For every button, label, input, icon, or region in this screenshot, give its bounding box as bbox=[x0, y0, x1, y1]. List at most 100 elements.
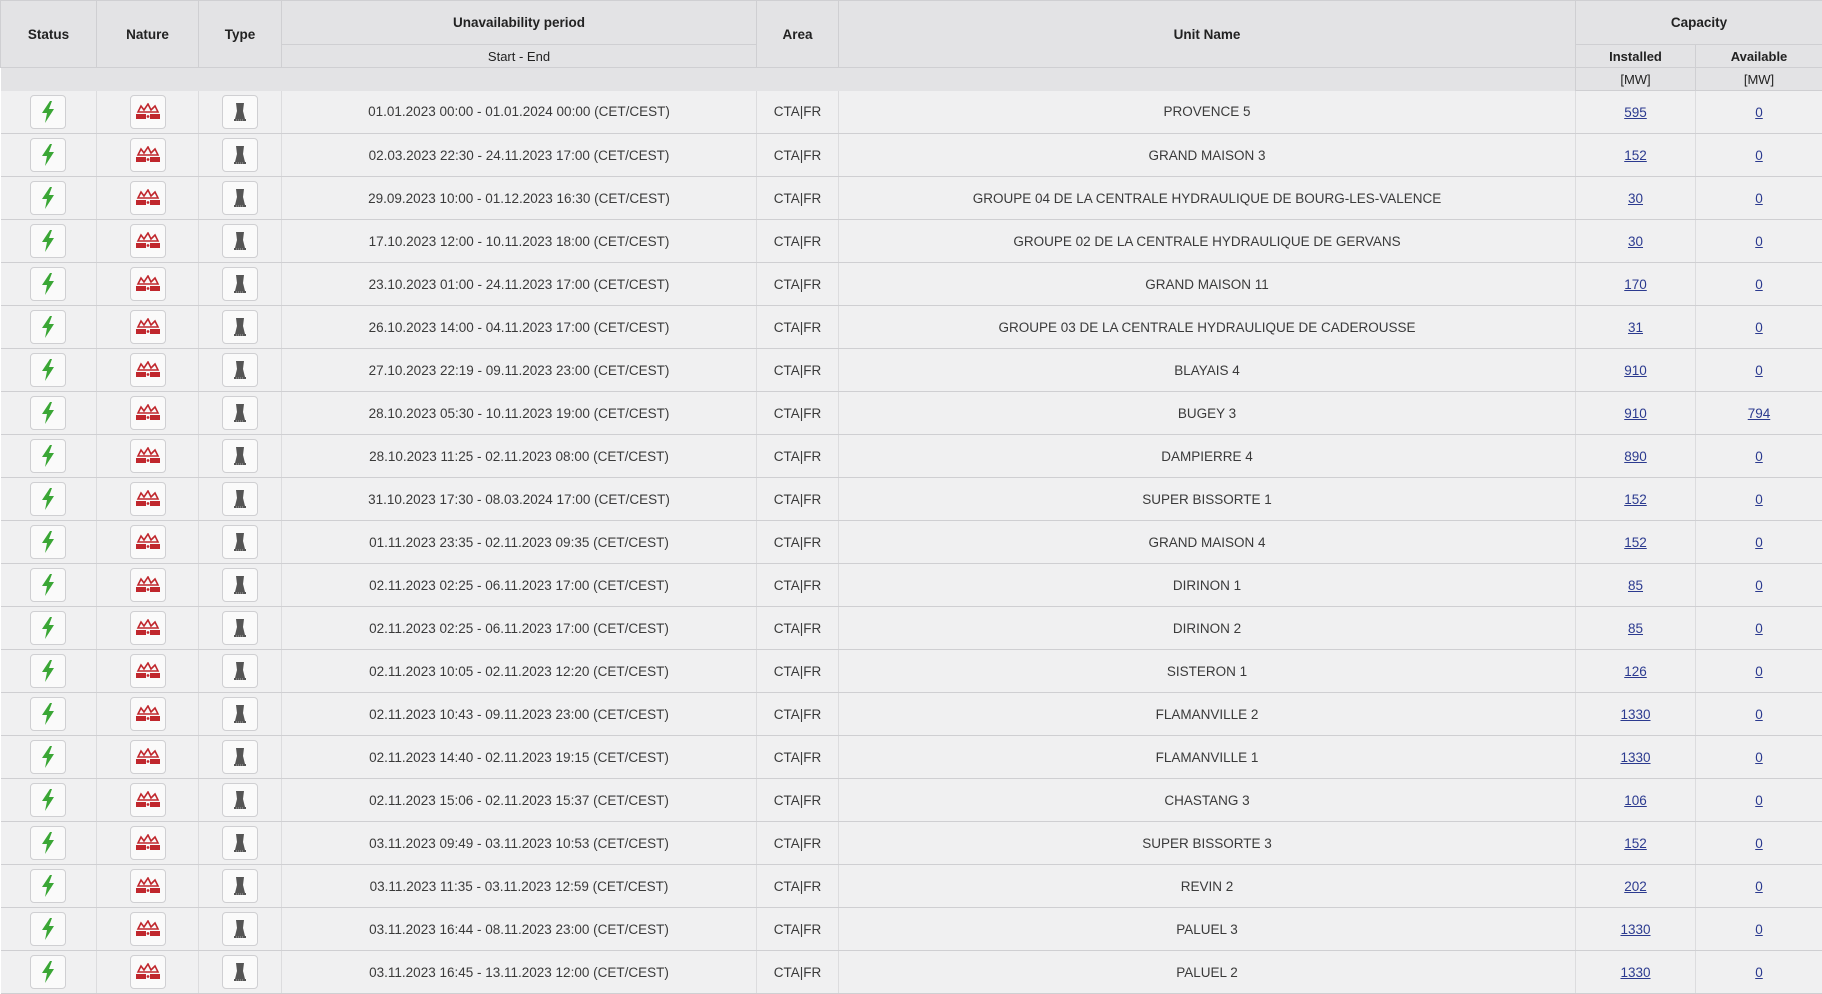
installed-capacity-link[interactable]: 152 bbox=[1624, 836, 1647, 851]
power-plant-tower-icon[interactable] bbox=[222, 912, 258, 946]
installed-capacity-link[interactable]: 1330 bbox=[1620, 707, 1650, 722]
outage-explosion-icon[interactable] bbox=[130, 697, 166, 731]
table-row[interactable]: 28.10.2023 05:30 - 10.11.2023 19:00 (CET… bbox=[1, 392, 1822, 435]
installed-capacity-link[interactable]: 152 bbox=[1624, 535, 1647, 550]
column-header-period[interactable]: Unavailability period bbox=[282, 1, 757, 45]
table-row[interactable]: 02.11.2023 10:05 - 02.11.2023 12:20 (CET… bbox=[1, 650, 1822, 693]
installed-capacity-link[interactable]: 126 bbox=[1624, 664, 1647, 679]
power-plant-tower-icon[interactable] bbox=[222, 697, 258, 731]
available-capacity-link[interactable]: 0 bbox=[1755, 836, 1763, 851]
table-row[interactable]: 02.03.2023 22:30 - 24.11.2023 17:00 (CET… bbox=[1, 134, 1822, 177]
outage-explosion-icon[interactable] bbox=[130, 568, 166, 602]
outage-explosion-icon[interactable] bbox=[130, 267, 166, 301]
table-row[interactable]: 03.11.2023 09:49 - 03.11.2023 10:53 (CET… bbox=[1, 822, 1822, 865]
available-capacity-link[interactable]: 0 bbox=[1755, 664, 1763, 679]
installed-capacity-link[interactable]: 85 bbox=[1628, 578, 1643, 593]
available-capacity-link[interactable]: 0 bbox=[1755, 578, 1763, 593]
installed-capacity-link[interactable]: 170 bbox=[1624, 277, 1647, 292]
lightning-bolt-icon[interactable] bbox=[30, 568, 66, 602]
power-plant-tower-icon[interactable] bbox=[222, 310, 258, 344]
outage-explosion-icon[interactable] bbox=[130, 95, 166, 129]
available-capacity-link[interactable]: 0 bbox=[1755, 234, 1763, 249]
column-header-unit-name[interactable]: Unit Name bbox=[839, 1, 1576, 68]
column-header-type[interactable]: Type bbox=[199, 1, 282, 68]
available-capacity-link[interactable]: 0 bbox=[1755, 449, 1763, 464]
installed-capacity-link[interactable]: 910 bbox=[1624, 406, 1647, 421]
power-plant-tower-icon[interactable] bbox=[222, 654, 258, 688]
power-plant-tower-icon[interactable] bbox=[222, 826, 258, 860]
installed-capacity-link[interactable]: 1330 bbox=[1620, 922, 1650, 937]
power-plant-tower-icon[interactable] bbox=[222, 611, 258, 645]
column-header-status[interactable]: Status bbox=[1, 1, 97, 68]
lightning-bolt-icon[interactable] bbox=[30, 95, 66, 129]
lightning-bolt-icon[interactable] bbox=[30, 869, 66, 903]
lightning-bolt-icon[interactable] bbox=[30, 654, 66, 688]
column-header-area[interactable]: Area bbox=[757, 1, 839, 68]
outage-explosion-icon[interactable] bbox=[130, 181, 166, 215]
outage-explosion-icon[interactable] bbox=[130, 654, 166, 688]
table-row[interactable]: 02.11.2023 10:43 - 09.11.2023 23:00 (CET… bbox=[1, 693, 1822, 736]
column-header-installed[interactable]: Installed bbox=[1576, 45, 1696, 68]
installed-capacity-link[interactable]: 1330 bbox=[1620, 750, 1650, 765]
lightning-bolt-icon[interactable] bbox=[30, 740, 66, 774]
lightning-bolt-icon[interactable] bbox=[30, 181, 66, 215]
lightning-bolt-icon[interactable] bbox=[30, 955, 66, 989]
lightning-bolt-icon[interactable] bbox=[30, 267, 66, 301]
available-capacity-link[interactable]: 0 bbox=[1755, 320, 1763, 335]
power-plant-tower-icon[interactable] bbox=[222, 783, 258, 817]
table-row[interactable]: 02.11.2023 02:25 - 06.11.2023 17:00 (CET… bbox=[1, 564, 1822, 607]
power-plant-tower-icon[interactable] bbox=[222, 353, 258, 387]
outage-explosion-icon[interactable] bbox=[130, 740, 166, 774]
available-capacity-link[interactable]: 0 bbox=[1755, 707, 1763, 722]
outage-explosion-icon[interactable] bbox=[130, 912, 166, 946]
outage-explosion-icon[interactable] bbox=[130, 396, 166, 430]
available-capacity-link[interactable]: 0 bbox=[1755, 750, 1763, 765]
installed-capacity-link[interactable]: 595 bbox=[1624, 105, 1647, 120]
available-capacity-link[interactable]: 0 bbox=[1755, 363, 1763, 378]
lightning-bolt-icon[interactable] bbox=[30, 912, 66, 946]
outage-explosion-icon[interactable] bbox=[130, 525, 166, 559]
power-plant-tower-icon[interactable] bbox=[222, 740, 258, 774]
installed-capacity-link[interactable]: 202 bbox=[1624, 879, 1647, 894]
outage-explosion-icon[interactable] bbox=[130, 611, 166, 645]
available-capacity-link[interactable]: 0 bbox=[1755, 535, 1763, 550]
installed-capacity-link[interactable]: 1330 bbox=[1620, 965, 1650, 980]
available-capacity-link[interactable]: 0 bbox=[1755, 793, 1763, 808]
outage-explosion-icon[interactable] bbox=[130, 869, 166, 903]
lightning-bolt-icon[interactable] bbox=[30, 224, 66, 258]
table-row[interactable]: 29.09.2023 10:00 - 01.12.2023 16:30 (CET… bbox=[1, 177, 1822, 220]
outage-explosion-icon[interactable] bbox=[130, 138, 166, 172]
installed-capacity-link[interactable]: 30 bbox=[1628, 191, 1643, 206]
available-capacity-link[interactable]: 794 bbox=[1748, 406, 1771, 421]
outage-explosion-icon[interactable] bbox=[130, 310, 166, 344]
table-row[interactable]: 02.11.2023 02:25 - 06.11.2023 17:00 (CET… bbox=[1, 607, 1822, 650]
table-row[interactable]: 02.11.2023 15:06 - 02.11.2023 15:37 (CET… bbox=[1, 779, 1822, 822]
outage-explosion-icon[interactable] bbox=[130, 826, 166, 860]
outage-explosion-icon[interactable] bbox=[130, 353, 166, 387]
available-capacity-link[interactable]: 0 bbox=[1755, 105, 1763, 120]
power-plant-tower-icon[interactable] bbox=[222, 568, 258, 602]
power-plant-tower-icon[interactable] bbox=[222, 439, 258, 473]
power-plant-tower-icon[interactable] bbox=[222, 95, 258, 129]
power-plant-tower-icon[interactable] bbox=[222, 267, 258, 301]
lightning-bolt-icon[interactable] bbox=[30, 826, 66, 860]
lightning-bolt-icon[interactable] bbox=[30, 138, 66, 172]
table-row[interactable]: 03.11.2023 11:35 - 03.11.2023 12:59 (CET… bbox=[1, 865, 1822, 908]
power-plant-tower-icon[interactable] bbox=[222, 482, 258, 516]
table-row[interactable]: 03.11.2023 16:44 - 08.11.2023 23:00 (CET… bbox=[1, 908, 1822, 951]
installed-capacity-link[interactable]: 152 bbox=[1624, 148, 1647, 163]
table-row[interactable]: 27.10.2023 22:19 - 09.11.2023 23:00 (CET… bbox=[1, 349, 1822, 392]
available-capacity-link[interactable]: 0 bbox=[1755, 492, 1763, 507]
power-plant-tower-icon[interactable] bbox=[222, 396, 258, 430]
available-capacity-link[interactable]: 0 bbox=[1755, 965, 1763, 980]
outage-explosion-icon[interactable] bbox=[130, 783, 166, 817]
installed-capacity-link[interactable]: 31 bbox=[1628, 320, 1643, 335]
installed-capacity-link[interactable]: 910 bbox=[1624, 363, 1647, 378]
lightning-bolt-icon[interactable] bbox=[30, 611, 66, 645]
outage-explosion-icon[interactable] bbox=[130, 955, 166, 989]
installed-capacity-link[interactable]: 30 bbox=[1628, 234, 1643, 249]
available-capacity-link[interactable]: 0 bbox=[1755, 922, 1763, 937]
table-row[interactable]: 17.10.2023 12:00 - 10.11.2023 18:00 (CET… bbox=[1, 220, 1822, 263]
power-plant-tower-icon[interactable] bbox=[222, 224, 258, 258]
table-row[interactable]: 31.10.2023 17:30 - 08.03.2024 17:00 (CET… bbox=[1, 478, 1822, 521]
